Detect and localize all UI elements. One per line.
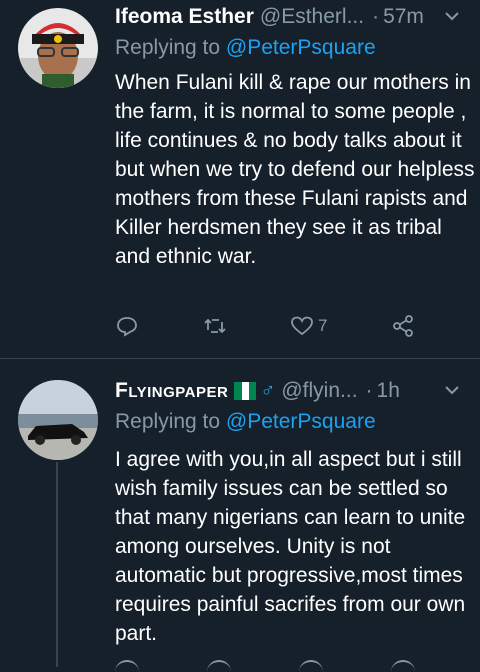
display-name[interactable]: Ifeoma Esther: [115, 5, 254, 29]
chevron-down-icon[interactable]: [442, 6, 462, 26]
tweet-header: Ifeoma Esther @Estherl... · 57m: [115, 2, 470, 32]
replying-to: Replying to @PeterPsquare: [115, 410, 376, 434]
nigeria-flag-icon: [234, 382, 257, 400]
tweet-actions: [115, 660, 415, 670]
like-icon[interactable]: [299, 660, 323, 672]
replying-label: Replying to: [115, 36, 226, 59]
tweet-text: When Fulani kill & rape our mothers in t…: [115, 71, 475, 268]
thread-line: [56, 462, 58, 667]
replying-label: Replying to: [115, 410, 226, 433]
share-button[interactable]: [391, 314, 415, 338]
tweet[interactable]: Flyingpaper ♂ @flyin... · 1h Replying to…: [0, 362, 480, 667]
avatar[interactable]: [18, 380, 98, 460]
tweet-text: I agree with you,in all aspect but i sti…: [115, 448, 466, 645]
user-handle[interactable]: @Estherl...: [260, 5, 364, 29]
reply-button[interactable]: [115, 314, 139, 338]
avatar[interactable]: [18, 8, 98, 88]
display-name[interactable]: Flyingpaper: [115, 379, 228, 403]
reply-icon[interactable]: [115, 660, 139, 672]
timestamp[interactable]: 57m: [383, 5, 424, 29]
timestamp[interactable]: 1h: [377, 379, 400, 403]
chevron-down-icon[interactable]: [442, 380, 462, 400]
male-sign-icon: ♂: [260, 379, 276, 402]
reply-icon: [117, 317, 137, 337]
like-icon: [291, 316, 313, 336]
tweet-divider: [0, 358, 480, 359]
like-count: 7: [318, 316, 328, 335]
tweet-header: Flyingpaper ♂ @flyin... · 1h: [115, 376, 470, 406]
like-button[interactable]: 7: [290, 314, 327, 338]
tweet[interactable]: Ifeoma Esther @Estherl... · 57m Replying…: [0, 0, 480, 358]
retweet-icon[interactable]: [207, 660, 231, 672]
mention-link[interactable]: @PeterPsquare: [226, 410, 376, 433]
user-handle[interactable]: @flyin...: [281, 379, 357, 403]
separator-dot: ·: [372, 5, 380, 28]
separator-dot: ·: [365, 379, 373, 402]
retweet-button[interactable]: [203, 314, 227, 338]
share-icon[interactable]: [391, 660, 415, 672]
retweet-icon: [203, 318, 226, 334]
replying-to: Replying to @PeterPsquare: [115, 36, 376, 60]
tweet-actions: 7: [115, 312, 415, 340]
mention-link[interactable]: @PeterPsquare: [226, 36, 376, 59]
share-icon: [393, 315, 413, 337]
